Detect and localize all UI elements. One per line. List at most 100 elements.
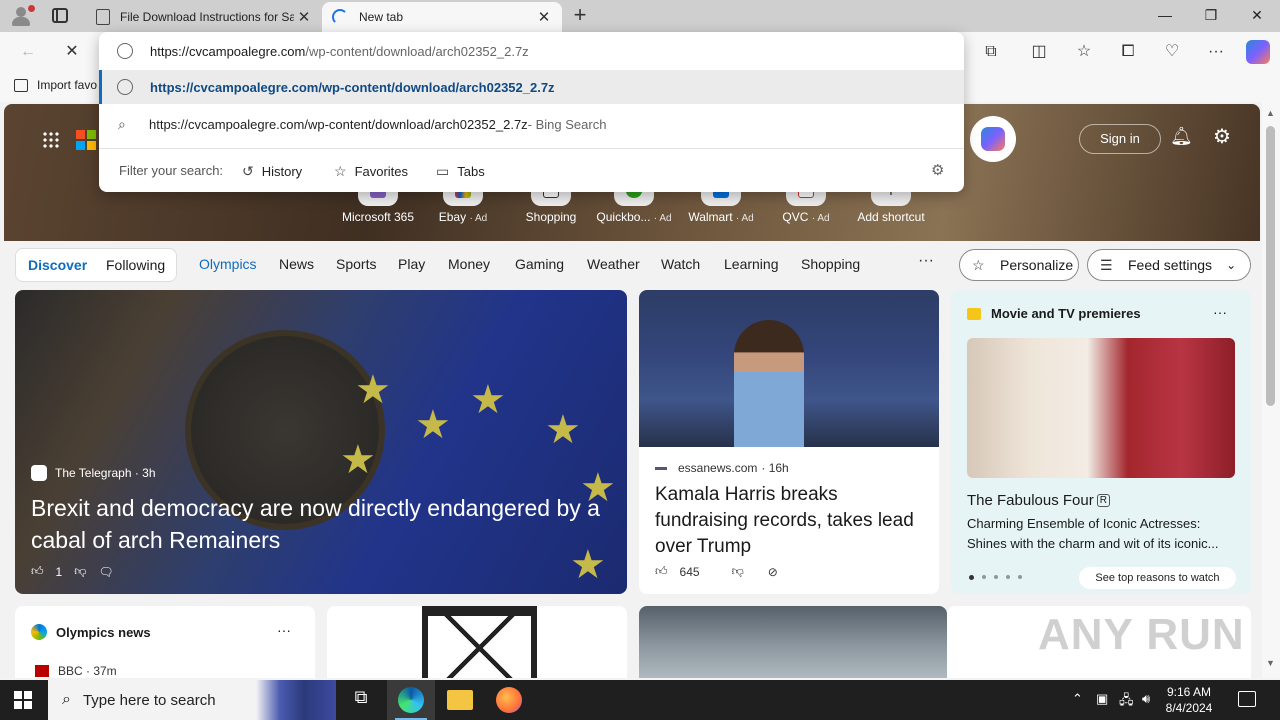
extensions-icon[interactable]: ⧉ (977, 38, 1005, 66)
scroll-up-icon[interactable]: ▲ (1266, 108, 1275, 118)
stop-loading-button[interactable]: ✕ (58, 38, 86, 66)
news-card-brexit[interactable]: ★ ★ ★ ★ ★ ★ ★ The Telegraph · 3h Brexit … (15, 290, 627, 594)
scrollbar-thumb[interactable] (1266, 126, 1275, 406)
nav-gaming[interactable]: Gaming (515, 256, 564, 272)
address-input[interactable]: https://cvcampoalegre.com/wp-content/dow… (99, 32, 964, 70)
nav-learning[interactable]: Learning (724, 256, 779, 272)
collections-icon[interactable]: ⧠ (1114, 38, 1142, 66)
edge-icon[interactable] (398, 687, 424, 713)
article-title[interactable]: Brexit and democracy are now directly en… (31, 492, 611, 556)
essanews-logo-icon (655, 466, 667, 470)
nav-shopping[interactable]: Shopping (801, 256, 860, 272)
heading-label: Olympics news (56, 624, 151, 640)
firefox-icon[interactable] (496, 687, 522, 713)
volume-icon[interactable]: 🔊︎ (1142, 691, 1150, 707)
shortcut-label: Ebay (438, 210, 467, 224)
copilot-hero-icon[interactable] (970, 116, 1016, 162)
windows-start-icon[interactable] (14, 691, 33, 710)
chevron-down-icon: ⌄ (1226, 258, 1237, 272)
notification-center-icon[interactable] (1238, 691, 1256, 707)
more-categories-button[interactable]: ··· (918, 252, 934, 270)
olympics-news-card[interactable]: Olympics news ··· BBC · 37m (15, 606, 315, 678)
split-screen-icon[interactable]: ◫ (1025, 38, 1053, 66)
source-label: The Telegraph · 3h (55, 466, 156, 480)
card-options-button[interactable]: ··· (277, 622, 291, 638)
browser-essentials-icon[interactable]: ♡ (1158, 38, 1186, 66)
dislike-icon[interactable]: 👎︎ (74, 564, 86, 579)
tab-file-download[interactable]: File Download Instructions for Sa ✕ (84, 2, 322, 32)
tab-new-tab[interactable]: New tab ✕ (322, 2, 562, 32)
tab-actions-icon[interactable] (52, 8, 68, 23)
url-suggestion[interactable]: https://cvcampoalegre.com/wp-content/dow… (99, 70, 964, 104)
minimize-button[interactable]: — (1142, 0, 1188, 32)
system-clock[interactable]: 9:16 AM 8/4/2024 (1160, 684, 1218, 716)
new-tab-button[interactable]: + (568, 4, 592, 28)
taskbar-search[interactable]: ⌕ Type here to search (48, 680, 336, 720)
filter-history[interactable]: ↺ History (242, 163, 302, 180)
tab-following[interactable]: Following (106, 257, 165, 273)
dislike-icon[interactable]: 👎︎ (732, 564, 744, 579)
close-tab-icon[interactable]: ✕ (294, 8, 314, 26)
article-image (639, 290, 939, 447)
filter-tabs[interactable]: ▭ Tabs (436, 163, 485, 180)
nav-money[interactable]: Money (448, 256, 490, 272)
profile-icon[interactable] (10, 5, 35, 26)
import-icon (14, 78, 28, 92)
card-options-button[interactable]: ··· (1213, 304, 1227, 320)
meet-now-icon[interactable]: ▣ (1096, 691, 1108, 707)
bing-suffix: - Bing Search (527, 116, 607, 132)
app-launcher-icon[interactable] (42, 131, 60, 149)
nav-news[interactable]: News (279, 256, 314, 272)
bing-search-suggestion[interactable]: ⌕ https://cvcampoalegre.com/wp-content/d… (99, 106, 964, 142)
like-icon[interactable]: 👍︎ (31, 564, 44, 579)
page-settings-gear-icon[interactable]: ⚙ (1210, 124, 1234, 148)
nav-play[interactable]: Play (398, 256, 425, 272)
article-title[interactable]: Kamala Harris breaks fundraising records… (655, 482, 925, 560)
news-card-harris[interactable]: essanews.com · 16h Kamala Harris breaks … (639, 290, 939, 594)
filter-favorites-label: Favorites (354, 164, 409, 179)
search-settings-gear-icon[interactable]: ⚙ (931, 161, 944, 179)
news-card-water[interactable] (639, 606, 947, 678)
comment-icon[interactable]: 🗨︎ (98, 565, 113, 579)
nav-sports[interactable]: Sports (336, 256, 376, 272)
copilot-icon[interactable] (1246, 40, 1270, 64)
back-button[interactable]: ← (14, 38, 42, 66)
carousel-pager[interactable] (969, 575, 1030, 580)
globe-icon (117, 79, 133, 95)
see-reasons-button[interactable]: See top reasons to watch (1079, 567, 1236, 589)
nav-olympics[interactable]: Olympics (199, 256, 257, 272)
comments-off-icon[interactable]: ⊘ (768, 565, 778, 579)
scroll-down-icon[interactable]: ▼ (1266, 658, 1275, 668)
nav-watch[interactable]: Watch (661, 256, 700, 272)
tab-discover[interactable]: Discover (28, 257, 87, 273)
notifications-bell-icon[interactable]: 🔔︎ (1170, 126, 1193, 150)
sign-in-button[interactable]: Sign in (1079, 124, 1161, 154)
favorites-icon[interactable]: ☆ (1070, 38, 1098, 66)
file-explorer-icon[interactable] (447, 690, 473, 710)
nav-weather[interactable]: Weather (587, 256, 640, 272)
shortcut-label: Shopping (525, 210, 577, 224)
import-favorites-button[interactable]: Import favo (14, 78, 97, 92)
task-view-icon[interactable]: ⧉ (348, 687, 374, 713)
movie-premieres-card[interactable]: Movie and TV premieres ··· The Fabulous … (951, 290, 1251, 594)
like-count: 645 (679, 564, 700, 579)
shortcut-label: Add shortcut (857, 210, 925, 224)
news-card-stage[interactable] (327, 606, 627, 678)
card-heading: Olympics news (31, 624, 151, 640)
feed-settings-button[interactable]: ☰ Feed settings ⌄ (1087, 249, 1251, 281)
page-scrollbar[interactable]: ▲ ▼ (1262, 102, 1280, 678)
sliders-icon: ☰ (1100, 256, 1113, 273)
movie-title[interactable]: The Fabulous Four R (967, 492, 1110, 509)
settings-more-icon[interactable]: ··· (1202, 38, 1230, 66)
tray-overflow-icon[interactable]: ⌃ (1072, 691, 1083, 707)
ad-label: · Ad (735, 213, 754, 224)
movie-description: Charming Ensemble of Iconic Actresses: S… (967, 516, 1219, 551)
network-icon[interactable]: 🖧︎ (1119, 691, 1134, 713)
like-icon[interactable]: 👍︎ (655, 564, 668, 579)
filter-favorites[interactable]: ☆ Favorites (334, 163, 408, 180)
close-window-button[interactable]: ✕ (1234, 0, 1280, 32)
personalize-button[interactable]: ☆ Personalize (959, 249, 1079, 281)
personalize-label: Personalize (1000, 257, 1074, 273)
close-tab-icon[interactable]: ✕ (534, 8, 554, 26)
maximize-button[interactable]: ❐ (1188, 0, 1234, 32)
